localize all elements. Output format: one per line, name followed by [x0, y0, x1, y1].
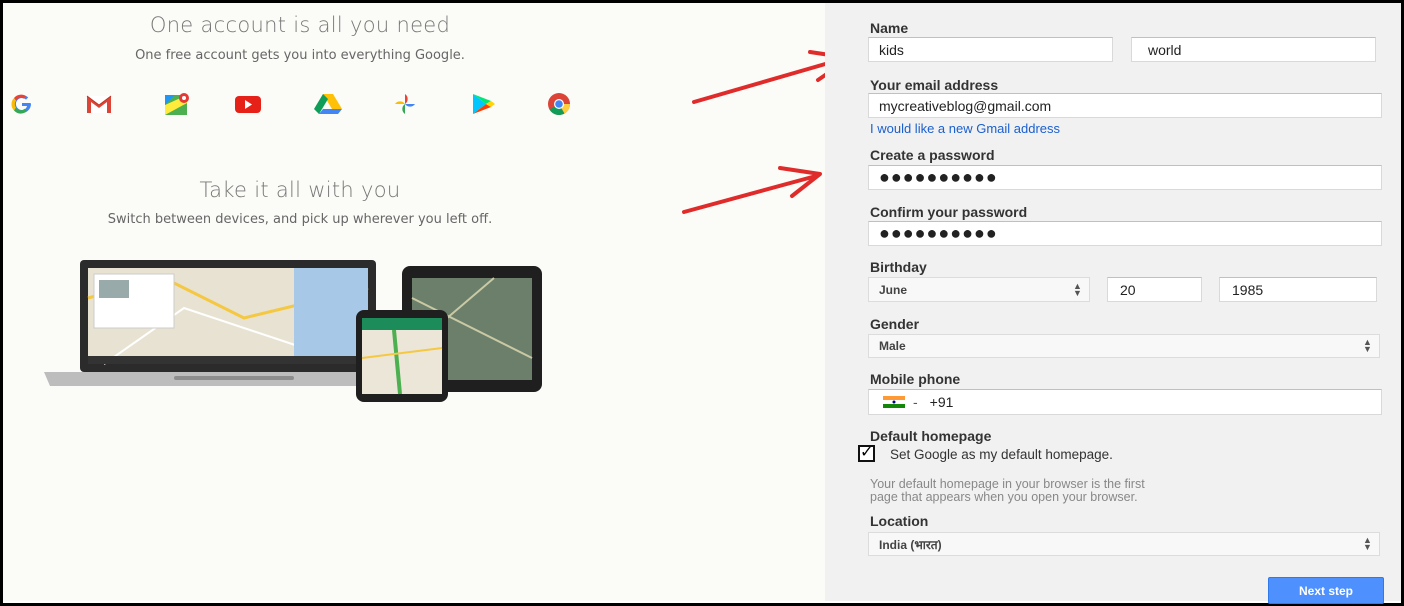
default-homepage-hint: Your default homepage in your browser is…	[870, 478, 1350, 504]
password-label: Create a password	[870, 147, 995, 163]
birth-year-input[interactable]: 1985	[1219, 277, 1377, 302]
last-name-value: world	[1148, 41, 1182, 58]
birth-day-value: 20	[1120, 281, 1136, 298]
first-name-value: kids	[879, 41, 904, 58]
first-name-input[interactable]: kids	[868, 37, 1113, 62]
new-gmail-link[interactable]: I would like a new Gmail address	[870, 121, 1060, 136]
maps-icon	[165, 93, 189, 115]
play-store-icon	[473, 94, 495, 114]
gmail-icon	[86, 95, 112, 113]
birth-month-value: June	[879, 282, 908, 297]
phone-code-value: +91	[929, 394, 954, 410]
confirm-password-input[interactable]: ●●●●●●●●●●	[868, 221, 1382, 246]
email-value: mycreativeblog@gmail.com	[879, 97, 1052, 114]
confirm-password-label: Confirm your password	[870, 204, 1028, 220]
gender-select[interactable]: Male ▲▼	[868, 334, 1380, 358]
default-homepage-checkbox-label: Set Google as my default homepage.	[890, 447, 1113, 462]
mobile-phone-input[interactable]: - +91	[868, 389, 1382, 415]
promo-heading-devices: Take it all with you	[199, 178, 401, 202]
google-g-icon	[11, 94, 31, 114]
country-dropdown-icon[interactable]: -	[913, 394, 918, 410]
last-name-input[interactable]: world	[1131, 37, 1376, 62]
location-value: India (भारत)	[879, 537, 942, 552]
default-homepage-label: Default homepage	[870, 428, 992, 444]
gender-label: Gender	[870, 316, 920, 332]
drive-icon	[314, 94, 342, 114]
stepper-arrows-icon: ▲▼	[1363, 535, 1372, 552]
birth-month-select[interactable]: June ▲▼	[868, 277, 1090, 302]
birth-year-value: 1985	[1232, 281, 1264, 298]
india-flag-icon	[883, 396, 905, 408]
default-homepage-hint-line-2: page that appears when you open your bro…	[870, 490, 1138, 504]
email-input[interactable]: mycreativeblog@gmail.com	[868, 93, 1382, 118]
promo-heading-account: One account is all you need	[149, 13, 451, 37]
promo-subtext-devices: Switch between devices, and pick up wher…	[107, 212, 493, 227]
youtube-icon	[235, 96, 261, 113]
location-label: Location	[870, 513, 929, 529]
default-homepage-checkbox[interactable]: ✓	[858, 445, 875, 462]
gender-value: Male	[879, 339, 906, 353]
photos-icon	[395, 94, 415, 114]
stepper-arrows-icon: ▲▼	[1363, 337, 1372, 354]
stepper-arrows-icon: ▲▼	[1073, 280, 1082, 298]
email-label: Your email address	[870, 77, 999, 93]
birth-day-input[interactable]: 20	[1107, 277, 1202, 302]
name-label: Name	[870, 20, 909, 36]
password-mask: ●●●●●●●●●●	[879, 167, 998, 187]
location-select[interactable]: India (भारत) ▲▼	[868, 532, 1380, 556]
password-input[interactable]: ●●●●●●●●●●	[868, 165, 1382, 190]
mobile-phone-label: Mobile phone	[870, 371, 961, 387]
confirm-password-mask: ●●●●●●●●●●	[879, 223, 998, 243]
birthday-label: Birthday	[870, 259, 927, 275]
devices-illustration	[44, 260, 542, 402]
next-step-button[interactable]: Next step	[1268, 577, 1384, 604]
chrome-icon	[548, 93, 570, 115]
check-icon: ✓	[860, 444, 874, 461]
promo-subtext-account: One free account gets you into everythin…	[135, 48, 465, 63]
